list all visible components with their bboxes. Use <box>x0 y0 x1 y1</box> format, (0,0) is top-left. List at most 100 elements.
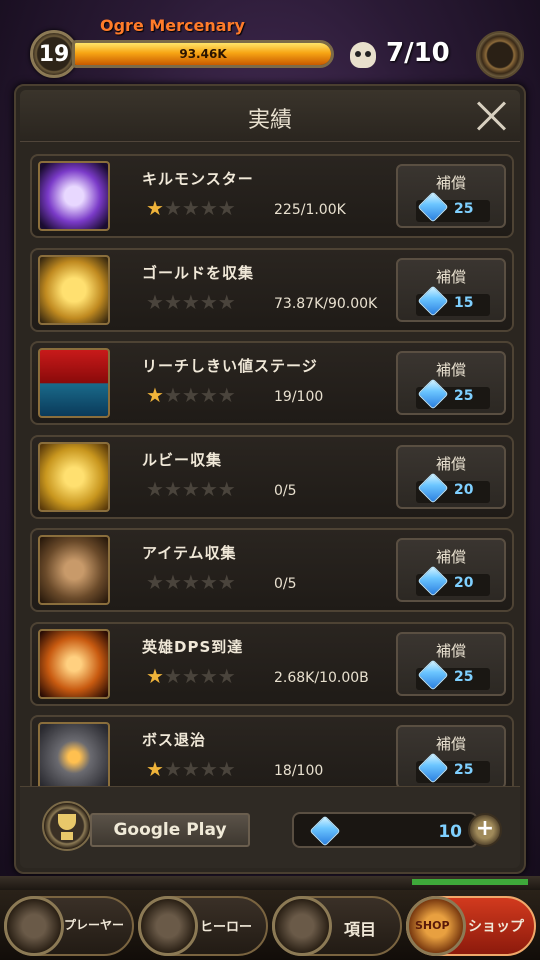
claim-reward-button[interactable]: 補償 25 <box>396 164 506 228</box>
achievement-name: ゴールドを収集 <box>142 263 255 282</box>
reward-label: 補償 <box>435 361 466 379</box>
chest-icon <box>272 896 332 956</box>
nav-items-label: 項目 <box>344 920 377 939</box>
panel-title: 実績 <box>247 108 292 133</box>
star-icon: ★ <box>217 570 236 594</box>
star-icon: ★ <box>163 757 182 781</box>
nav-player-label: プレーヤー <box>64 918 125 932</box>
achievement-progress: 2.68K/10.00B <box>274 669 369 686</box>
achievement-name: アイテム収集 <box>142 544 237 562</box>
reward-value: 20 <box>454 575 474 591</box>
achievement-row: ゴールドを収集 ★★★★★ 73.87K/90.00K 補償 15 <box>30 247 514 332</box>
reward-value: 25 <box>454 201 474 217</box>
star-icon: ★ <box>199 757 218 781</box>
star-icon: ★ <box>146 289 164 314</box>
star-icon: ★ <box>217 383 236 407</box>
star-rating: ★★★★★ <box>146 479 236 500</box>
nav-player-button[interactable]: プレーヤー <box>4 896 134 956</box>
achievement-progress: 73.87K/90.00K <box>274 295 378 312</box>
reward-value: 20 <box>454 481 474 498</box>
star-icon: ★ <box>199 196 218 220</box>
settings-button[interactable] <box>476 31 524 79</box>
ghost-skull-icon <box>38 161 110 231</box>
panel-footer: Google Play 10 + <box>20 786 520 868</box>
reward-label: 補償 <box>435 641 466 660</box>
shop-sign: SHOP <box>415 919 450 932</box>
star-icon: ★ <box>217 289 236 314</box>
armor-items-icon <box>38 535 110 605</box>
nav-items-button[interactable]: 項目 <box>272 896 402 956</box>
achievement-row: ボス退治 ★★★★★ 18/100 補償 25 <box>30 715 514 786</box>
star-icon: ★ <box>217 476 236 501</box>
star-icon: ★ <box>146 570 164 594</box>
close-icon[interactable] <box>476 100 508 132</box>
level-badge: 19 <box>30 30 78 78</box>
gem-balance: 10 <box>292 812 478 848</box>
star-icon: ★ <box>163 289 182 314</box>
achievement-progress: 225/1.00K <box>274 202 346 218</box>
achievement-list[interactable]: キルモンスター ★★★★★ 225/1.00K 補償 25 ゴールドを収集 ★★★★★ 73.… <box>30 154 528 786</box>
reward-label: 補償 <box>435 735 466 753</box>
enemy-hp-bar: 93.46K <box>72 40 334 68</box>
achievement-row: ルビー収集 ★★★★★ 0/5 補償 20 <box>30 434 514 519</box>
star-icon: ★ <box>146 757 164 781</box>
star-icon: ★ <box>146 383 164 407</box>
reward-value: 25 <box>454 388 474 404</box>
gold-chest-icon <box>38 254 110 325</box>
achievement-row: リーチしきい値ステージ ★★★★★ 19/100 補償 25 <box>30 341 514 425</box>
bottom-nav: プレーヤー ヒーロー 項目 SHOP ショップ <box>0 890 540 960</box>
treasure-chest-icon <box>38 441 110 512</box>
reward-label: 補償 <box>435 548 466 566</box>
reward-value: 25 <box>454 668 474 685</box>
down-arrow-icon <box>38 348 110 418</box>
nav-shop-button[interactable]: SHOP ショップ <box>406 896 536 956</box>
panel-header: 実績 <box>20 90 520 142</box>
claim-reward-button[interactable]: 補償 25 <box>396 631 506 696</box>
nav-hero-label: ヒーロー <box>200 920 253 935</box>
bottom-strip <box>0 876 540 890</box>
star-rating: ★★★★★ <box>146 198 236 219</box>
star-icon: ★ <box>199 570 218 594</box>
enemy-hp-text: 93.46K <box>179 47 227 61</box>
gem-total-value: 10 <box>438 822 462 842</box>
star-icon: ★ <box>181 663 200 688</box>
trophy-icon[interactable] <box>42 801 92 851</box>
claim-reward-button[interactable]: 補償 25 <box>396 351 506 415</box>
achievement-progress: 0/5 <box>274 576 297 592</box>
achievement-progress: 0/5 <box>274 482 297 499</box>
claim-reward-button[interactable]: 補償 25 <box>396 725 506 786</box>
achievement-progress: 18/100 <box>274 763 324 779</box>
achievement-name: ルビー収集 <box>142 450 223 469</box>
achievement-progress: 19/100 <box>274 389 324 405</box>
star-icon: ★ <box>146 196 164 220</box>
google-play-button[interactable]: Google Play <box>90 813 250 847</box>
top-hud: 19 Ogre Mercenary 93.46K 7/10 <box>0 0 540 85</box>
star-icon: ★ <box>181 196 200 220</box>
star-rating: ★★★★★ <box>146 666 236 687</box>
achievements-panel: 実績 キルモンスター ★★★★★ 225/1.00K 補償 25 ゴールドを収集 ★★★★★… <box>14 84 526 874</box>
star-rating: ★★★★★ <box>146 759 236 780</box>
star-icon: ★ <box>217 196 236 220</box>
claim-reward-button[interactable]: 補償 20 <box>396 538 506 602</box>
star-icon: ★ <box>163 663 182 688</box>
reward-value: 15 <box>454 294 474 311</box>
reward-label: 補償 <box>435 454 466 473</box>
claim-reward-button[interactable]: 補償 15 <box>396 257 506 322</box>
nav-shop-label: ショップ <box>468 919 524 935</box>
achievement-row: キルモンスター ★★★★★ 225/1.00K 補償 25 <box>30 154 514 238</box>
star-rating: ★★★★★ <box>146 292 236 313</box>
achievement-row: アイテム収集 ★★★★★ 0/5 補償 20 <box>30 528 514 612</box>
shop-icon: SHOP <box>406 896 466 956</box>
star-icon: ★ <box>163 570 182 594</box>
hero-helmet-icon <box>138 896 198 956</box>
achievement-row: 英雄DPS到達 ★★★★★ 2.68K/10.00B 補償 25 <box>30 621 514 706</box>
achievement-name: ボス退治 <box>142 731 207 749</box>
enemy-name: Ogre Mercenary <box>100 16 245 35</box>
hero-attack-icon <box>38 628 110 699</box>
nav-hero-button[interactable]: ヒーロー <box>138 896 268 956</box>
star-icon: ★ <box>217 757 236 781</box>
claim-reward-button[interactable]: 補償 20 <box>396 444 506 509</box>
star-icon: ★ <box>199 476 218 501</box>
add-gems-button[interactable]: + <box>468 813 502 847</box>
star-rating: ★★★★★ <box>146 572 236 593</box>
